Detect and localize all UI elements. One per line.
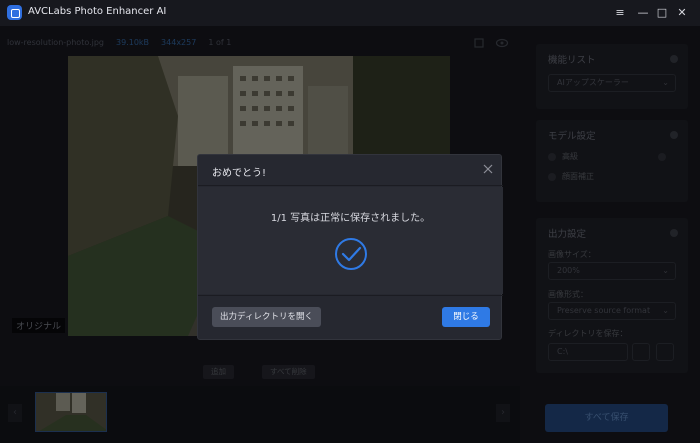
close-icon[interactable]: ✕ <box>673 4 691 22</box>
success-dialog: おめでとう! 1/1 写真は正常に保存されました。 出力ディレクトリを開く 閉じ… <box>197 154 503 340</box>
app-logo-icon <box>7 5 22 20</box>
dialog-footer: 出力ディレクトリを開く 閉じる <box>198 295 503 340</box>
app-window: AVCLabs Photo Enhancer AI ≡ — □ ✕ low-re… <box>0 0 700 443</box>
close-button[interactable]: 閉じる <box>442 307 490 327</box>
dialog-message: 1/1 写真は正常に保存されました。 <box>270 213 431 224</box>
title-bar: AVCLabs Photo Enhancer AI ≡ — □ ✕ <box>0 0 700 26</box>
app-title: AVCLabs Photo Enhancer AI <box>28 6 167 17</box>
dialog-header: おめでとう! <box>198 155 503 186</box>
check-circle-icon <box>335 238 367 270</box>
dialog-body: 1/1 写真は正常に保存されました。 <box>198 187 503 294</box>
maximize-icon[interactable]: □ <box>653 4 671 22</box>
dialog-title: おめでとう! <box>212 168 267 179</box>
minimize-icon[interactable]: — <box>634 4 652 22</box>
close-icon[interactable] <box>481 162 495 176</box>
hamburger-icon[interactable]: ≡ <box>611 4 629 22</box>
open-output-dir-button[interactable]: 出力ディレクトリを開く <box>212 307 321 327</box>
